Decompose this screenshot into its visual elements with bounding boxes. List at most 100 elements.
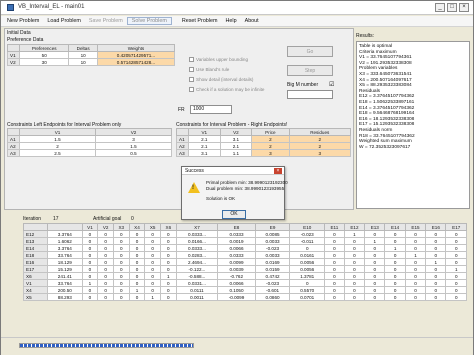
table-cell[interactable]: 1: [81, 279, 99, 287]
table-cell[interactable]: 0: [404, 265, 427, 273]
table-cell[interactable]: 0: [128, 265, 146, 273]
table-cell[interactable]: 88.293: [46, 293, 83, 301]
table-cell[interactable]: 0: [404, 258, 427, 266]
table-cell[interactable]: 1: [159, 272, 177, 280]
table-cell[interactable]: 0: [112, 258, 130, 266]
table-cell[interactable]: 0: [404, 272, 427, 280]
table-cell[interactable]: 18.129: [46, 258, 83, 266]
table-cell[interactable]: 0: [364, 244, 386, 252]
table-cell[interactable]: 0: [364, 230, 386, 238]
table-cell[interactable]: 0: [81, 230, 99, 238]
table-cell[interactable]: 0: [324, 265, 345, 273]
table-cell[interactable]: 0: [404, 230, 427, 238]
table-cell[interactable]: 0: [128, 272, 146, 280]
table-cell[interactable]: 0: [97, 265, 114, 273]
table-cell[interactable]: -0.023: [254, 279, 291, 287]
menu-help[interactable]: Help: [222, 18, 241, 24]
table-cell[interactable]: -0.762: [217, 272, 256, 280]
table-cell[interactable]: 0: [384, 286, 406, 294]
table-cell[interactable]: 0: [112, 230, 130, 238]
table-cell[interactable]: 0: [425, 279, 447, 287]
table-cell[interactable]: 0: [343, 237, 366, 245]
option-blands-rule[interactable]: Use Bland's rule: [189, 67, 229, 72]
table-cell[interactable]: 0.420571429571...: [96, 51, 176, 59]
table-cell[interactable]: 0: [384, 265, 406, 273]
table-cell[interactable]: 2.1: [219, 142, 253, 150]
table-cell[interactable]: 0: [159, 286, 177, 294]
table-cell[interactable]: 1.1: [219, 149, 253, 157]
table-cell[interactable]: 0: [384, 279, 406, 287]
table-cell[interactable]: 0: [425, 237, 447, 245]
table-cell[interactable]: 0.5570: [289, 286, 326, 294]
step-button[interactable]: Step: [287, 65, 333, 76]
table-cell[interactable]: 0: [343, 279, 366, 287]
table-cell[interactable]: 0: [128, 244, 146, 252]
table-cell[interactable]: 2: [19, 142, 96, 150]
table-cell[interactable]: 0: [112, 244, 130, 252]
table-cell[interactable]: 0: [97, 258, 114, 266]
table-cell[interactable]: 0: [144, 258, 161, 266]
table-cell[interactable]: 0: [404, 279, 427, 287]
table-cell[interactable]: 0: [97, 230, 114, 238]
table-cell[interactable]: 0.0066: [217, 279, 256, 287]
maximize-icon[interactable]: □: [447, 3, 457, 12]
table-cell[interactable]: 0.0033: [254, 237, 291, 245]
table-cell[interactable]: 0.0159: [254, 265, 291, 273]
table-cell[interactable]: -0.601: [254, 286, 291, 294]
table-cell[interactable]: 0: [364, 272, 386, 280]
table-cell[interactable]: 33.764: [46, 279, 83, 287]
table-cell[interactable]: 2: [288, 135, 352, 143]
table-cell[interactable]: -0.588...: [175, 272, 219, 280]
table-cell[interactable]: 0: [144, 237, 161, 245]
table-cell[interactable]: 0: [364, 258, 386, 266]
table-cell[interactable]: -0.023: [289, 230, 326, 238]
menu-solve-problem[interactable]: Solve Problem: [126, 17, 172, 25]
table-cell[interactable]: 0: [128, 258, 146, 266]
checkbox[interactable]: [189, 67, 194, 72]
table-cell[interactable]: 0: [445, 230, 467, 238]
menu-reset-problem[interactable]: Reset Problem: [178, 18, 222, 24]
table-cell[interactable]: 0.0111: [175, 286, 219, 294]
table-cell[interactable]: 0: [445, 272, 467, 280]
table-cell[interactable]: 0: [144, 279, 161, 287]
table-cell[interactable]: 3.1: [219, 135, 253, 143]
table-cell[interactable]: 0.0085: [254, 230, 291, 238]
table-cell[interactable]: 0: [112, 272, 130, 280]
table-cell[interactable]: 0: [112, 265, 130, 273]
checkbox[interactable]: [189, 77, 194, 82]
table-cell[interactable]: 2: [288, 142, 352, 150]
table-cell[interactable]: 0: [384, 237, 406, 245]
table-cell[interactable]: 0.1050: [217, 286, 256, 294]
table-cell[interactable]: 0: [128, 293, 146, 301]
table-cell[interactable]: 0: [144, 251, 161, 259]
menu-save-problem[interactable]: Save Problem: [85, 18, 127, 24]
table-cell[interactable]: 0.0066: [217, 244, 256, 252]
table-cell[interactable]: 0.0283...: [175, 251, 219, 259]
table-cell[interactable]: 0.0056: [289, 265, 326, 273]
table-cell[interactable]: 3: [288, 149, 352, 157]
table-cell[interactable]: 0.4742: [254, 272, 291, 280]
table-cell[interactable]: 0: [159, 258, 177, 266]
table-cell[interactable]: 0: [144, 244, 161, 252]
table-cell[interactable]: 0: [384, 230, 406, 238]
table-cell[interactable]: 0: [144, 286, 161, 294]
table-cell[interactable]: 0: [81, 286, 99, 294]
table-cell[interactable]: 0: [384, 293, 406, 301]
close-icon[interactable]: ×: [459, 3, 469, 12]
table-cell[interactable]: 0: [289, 279, 326, 287]
table-cell[interactable]: 50: [18, 51, 70, 59]
table-cell[interactable]: 0.5: [95, 149, 172, 157]
table-cell[interactable]: 0: [384, 258, 406, 266]
table-cell[interactable]: 33.764: [46, 251, 83, 259]
table-cell[interactable]: 0: [425, 230, 447, 238]
table-cell[interactable]: 0: [343, 293, 366, 301]
table-cell[interactable]: 0.0011: [175, 293, 219, 301]
table-cell[interactable]: 0.0099: [217, 258, 256, 266]
menu-load-problem[interactable]: Load Problem: [43, 18, 85, 24]
table-cell[interactable]: 0: [445, 258, 467, 266]
table-cell[interactable]: 0: [128, 251, 146, 259]
table-cell[interactable]: 200.50: [46, 286, 83, 294]
table-cell[interactable]: 0.571428571428...: [96, 58, 176, 66]
table-cell[interactable]: 0: [97, 293, 114, 301]
table-cell[interactable]: 0: [404, 293, 427, 301]
